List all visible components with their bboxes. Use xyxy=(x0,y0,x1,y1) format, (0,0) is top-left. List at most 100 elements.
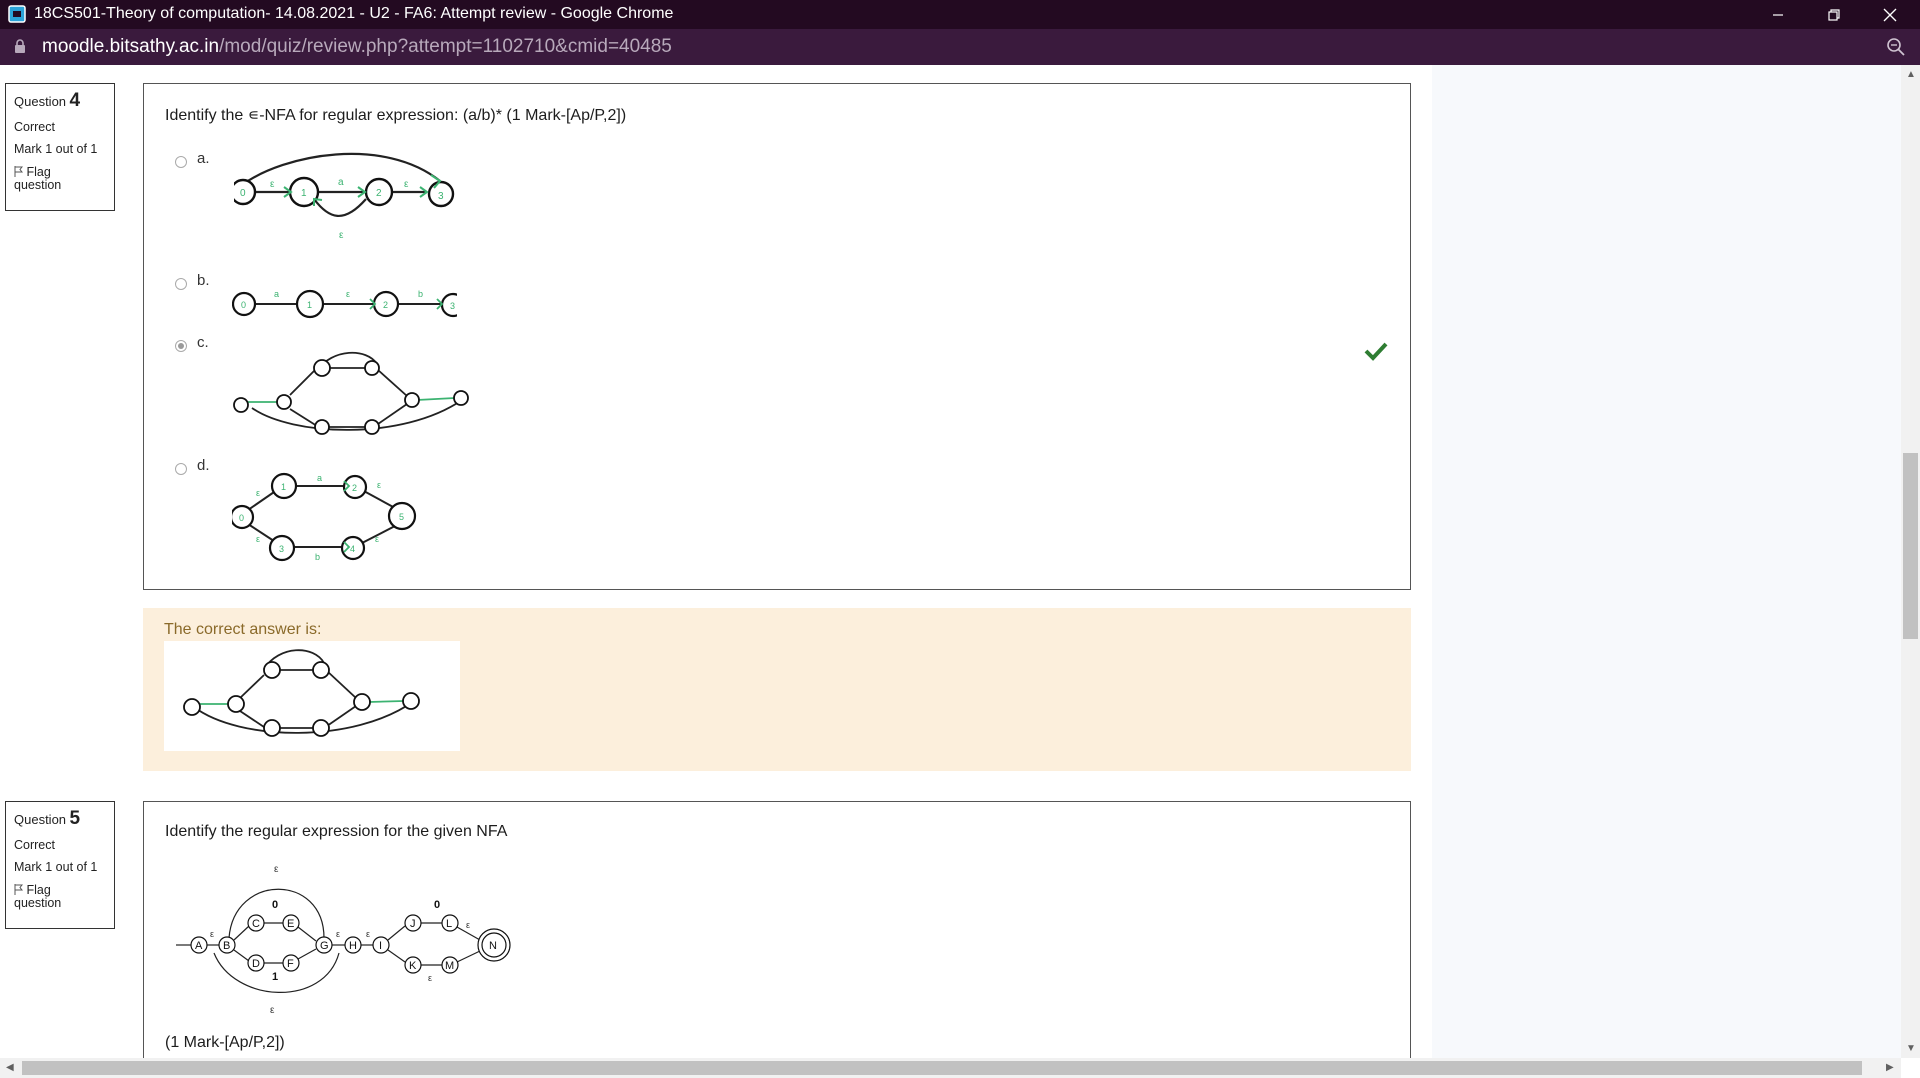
edge-label: ε xyxy=(210,929,214,939)
question-label: Question xyxy=(14,94,67,109)
edge-label: ε xyxy=(466,920,470,930)
edge-label: a xyxy=(317,473,322,483)
flag-icon xyxy=(14,166,24,177)
scroll-left-icon[interactable]: ◀ xyxy=(6,1062,14,1073)
edge-label: ε xyxy=(377,480,381,490)
edge-label: ε xyxy=(270,1005,275,1016)
state-F: F xyxy=(287,958,294,970)
flag-question-link[interactable]: Flag question xyxy=(14,166,108,192)
edge-label: ε xyxy=(428,973,432,983)
state-E: E xyxy=(287,918,294,930)
state-D: D xyxy=(252,958,260,970)
question-4-info: Question 4 Correct Mark 1 out of 1 Flag … xyxy=(5,83,115,211)
question-mark: Mark 1 out of 1 xyxy=(14,860,98,874)
question-status: Correct xyxy=(14,120,55,134)
option-a-radio[interactable] xyxy=(175,156,187,168)
edge-label: ε xyxy=(270,179,275,190)
option-c-label: c. xyxy=(197,334,209,351)
state-1: 1 xyxy=(307,300,312,310)
state-1: 1 xyxy=(301,188,307,199)
window-titlebar: 18CS501-Theory of computation- 14.08.202… xyxy=(0,0,1920,29)
flag-label-1: Flag xyxy=(26,165,51,179)
question-text: Identify the regular expression for the … xyxy=(165,823,508,840)
question-5-info: Question 5 Correct Mark 1 out of 1 Flag … xyxy=(5,801,115,929)
option-d-label: d. xyxy=(197,457,210,474)
url-host: moodle.bitsathy.ac.in xyxy=(42,36,220,57)
vertical-scroll-thumb[interactable] xyxy=(1903,453,1918,639)
horizontal-scroll-thumb[interactable] xyxy=(22,1061,1862,1075)
close-button[interactable] xyxy=(1862,0,1918,29)
address-bar[interactable]: moodle.bitsathy.ac.in/mod/quiz/review.ph… xyxy=(0,29,1920,65)
question-5-content: Identify the regular expression for the … xyxy=(143,801,1411,1058)
right-gutter xyxy=(1432,65,1901,1058)
state-I: I xyxy=(379,940,382,952)
state-3: 3 xyxy=(279,544,284,554)
scroll-down-icon[interactable]: ▼ xyxy=(1906,1043,1916,1054)
close-icon xyxy=(1883,8,1897,21)
moodle-app-icon xyxy=(8,5,26,23)
url-path: /mod/quiz/review.php?attempt=1102710&cmi… xyxy=(219,36,672,57)
edge-label: ε xyxy=(336,929,340,939)
flag-icon xyxy=(14,884,24,895)
lock-icon xyxy=(15,39,25,53)
restore-icon xyxy=(1828,8,1840,21)
state-0: 0 xyxy=(240,188,246,199)
q5-nfa-diagram: A B C D E F G H I J K L M N ε 0 1 ε 0 ε … xyxy=(176,864,511,1016)
edge-label: b xyxy=(315,552,320,562)
question-status: Correct xyxy=(14,838,55,852)
edge-label: ε xyxy=(339,230,344,241)
question-4-content: Identify the ∊-NFA for regular expressio… xyxy=(143,83,1411,590)
option-b-label: b. xyxy=(197,272,210,289)
option-c-radio[interactable] xyxy=(175,340,187,352)
flag-question-link[interactable]: Flag question xyxy=(14,884,108,910)
scroll-up-icon[interactable]: ▲ xyxy=(1906,69,1916,80)
state-3: 3 xyxy=(438,191,444,202)
correct-answer-diagram xyxy=(183,649,420,737)
edge-label: ε xyxy=(346,289,350,299)
option-d-radio[interactable] xyxy=(175,463,187,475)
state-K: K xyxy=(409,960,417,972)
restore-button[interactable] xyxy=(1806,0,1862,29)
state-A: A xyxy=(195,940,203,952)
question-4-feedback: The correct answer is: xyxy=(143,608,1411,771)
state-C: C xyxy=(252,918,260,930)
flag-label-1: Flag xyxy=(26,883,51,897)
option-b-radio[interactable] xyxy=(175,278,187,290)
vertical-scrollbar[interactable]: ▲ ▼ xyxy=(1901,65,1920,1058)
edge-label: ε xyxy=(256,534,260,544)
option-b-diagram: 0 1 2 3 a ε b xyxy=(232,289,457,319)
state-0: 0 xyxy=(241,300,246,310)
state-N: N xyxy=(489,940,497,952)
option-a-diagram: 0 1 2 3 ε a ε ε xyxy=(234,152,455,241)
question-footer-text: (1 Mark-[Ap/P,2]) xyxy=(165,1034,285,1051)
edge-label: ε xyxy=(375,534,379,544)
correct-answer-text: The correct answer is: xyxy=(164,621,322,638)
state-5: 5 xyxy=(399,512,404,522)
state-L: L xyxy=(446,918,452,930)
state-B: B xyxy=(223,940,230,952)
edge-label: a xyxy=(274,289,279,299)
state-2: 2 xyxy=(352,483,357,493)
zoom-icon[interactable] xyxy=(1886,37,1906,57)
state-H: H xyxy=(349,940,357,952)
option-c-diagram xyxy=(233,351,469,435)
edge-label: 0 xyxy=(272,899,278,911)
page-content: Question 4 Correct Mark 1 out of 1 Flag … xyxy=(0,65,1901,1058)
question-mark: Mark 1 out of 1 xyxy=(14,142,98,156)
edge-label: b xyxy=(418,289,423,299)
state-4: 4 xyxy=(350,544,355,554)
minimize-button[interactable] xyxy=(1750,0,1806,29)
url-text[interactable]: moodle.bitsathy.ac.in/mod/quiz/review.ph… xyxy=(42,36,672,58)
minimize-icon xyxy=(1773,13,1783,16)
flag-label-2: question xyxy=(14,896,62,910)
question-text: Identify the ∊-NFA for regular expressio… xyxy=(165,107,627,124)
window-title: 18CS501-Theory of computation- 14.08.202… xyxy=(34,5,674,22)
edge-label: ε xyxy=(256,488,260,498)
question-label: Question xyxy=(14,812,67,827)
edge-label: 0 xyxy=(434,899,440,911)
scroll-right-icon[interactable]: ▶ xyxy=(1886,1062,1894,1073)
horizontal-scrollbar[interactable]: ◀ ▶ xyxy=(0,1058,1901,1078)
state-2: 2 xyxy=(376,188,382,199)
edge-label: ε xyxy=(274,864,279,875)
state-J: J xyxy=(410,918,416,930)
